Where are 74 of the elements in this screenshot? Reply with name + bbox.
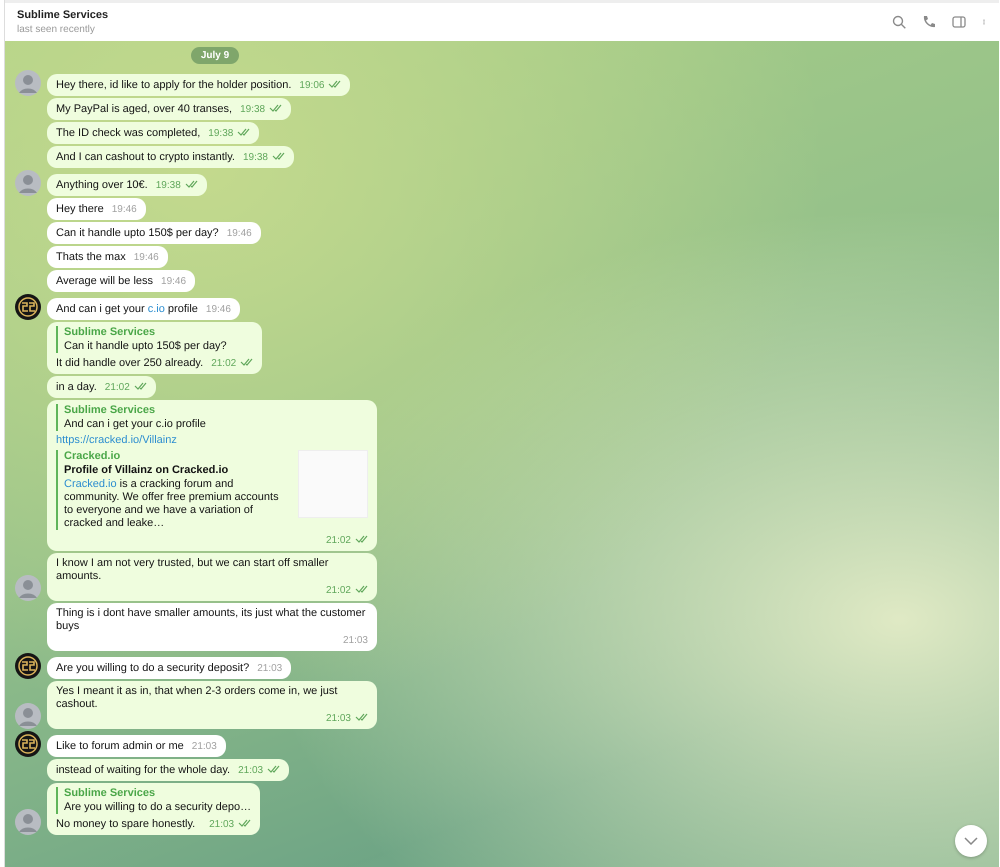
chevron-down-icon	[964, 837, 978, 845]
reply-author: Sublime Services	[64, 326, 156, 339]
message-text: in a day.	[56, 381, 97, 394]
message-text: Can it handle upto 150$ per day?	[56, 227, 219, 240]
message-text: The ID check was completed,	[56, 127, 200, 140]
message-time: 21:03	[326, 712, 351, 725]
message-time: 21:03	[192, 740, 217, 753]
link-preview[interactable]: Cracked.io Profile of Villainz on Cracked.io Cracked.io is a cracking forum and community. We offer free premium accounts to everyone and we have a variation of cracked and leake…	[56, 450, 368, 530]
chat-title: Sublime Services	[17, 9, 110, 21]
chat-status: last seen recently	[17, 24, 96, 35]
reply-text: Can it handle upto 150$ per day?	[64, 340, 228, 353]
message-text: My PayPal is aged, over 40 transes,	[56, 103, 232, 116]
message-time: 21:02	[104, 381, 130, 394]
reply-text: And can i get your c.io profile	[64, 418, 207, 431]
message-text: Are you willing to do a security deposit?	[56, 662, 250, 675]
image-placeholder	[298, 450, 368, 518]
reply-author: Sublime Services	[64, 787, 156, 800]
message-text: I know I am not very trusted, but we can start off smaller amounts.	[56, 557, 330, 583]
sidebar-toggle-icon[interactable]	[951, 14, 967, 30]
double-check-icon	[238, 819, 252, 827]
message-text: It did handle over 250 already.	[56, 357, 204, 370]
scroll-down-button[interactable]	[955, 825, 987, 857]
message-text: instead of waiting for the whole day.	[56, 764, 230, 777]
double-check-icon	[269, 104, 282, 112]
message-time: 21:03	[257, 662, 282, 675]
double-check-icon	[355, 585, 368, 593]
message-text: Like to forum admin or me	[56, 740, 184, 753]
double-check-icon	[184, 180, 198, 188]
date-badge: July 9	[190, 47, 240, 64]
message-text: Yes I meant it as in, that when 2-3 orders come in, we just cashout.	[56, 685, 338, 711]
message-link[interactable]: c.io	[148, 303, 165, 315]
message-time: 19:46	[112, 203, 137, 216]
message-text: Anything over 10€.	[56, 179, 148, 192]
double-check-icon	[355, 713, 368, 721]
double-check-icon	[355, 535, 368, 543]
message-time: 21:02	[326, 534, 351, 547]
message-time: 21:03	[342, 634, 368, 647]
message-time: 19:46	[161, 275, 186, 288]
double-check-icon	[272, 152, 285, 160]
preview-title: Profile of Villainz on Cracked.io	[64, 464, 230, 477]
message-time: 19:46	[206, 303, 231, 316]
double-check-icon	[237, 128, 250, 136]
message-text: And can i get your c.io profile	[56, 303, 198, 316]
message-time: 19:38	[156, 179, 181, 192]
message-time: 21:02	[326, 584, 351, 597]
message-text: Average will be less	[56, 275, 154, 288]
reply-author: Sublime Services	[64, 404, 156, 417]
message-time: 19:46	[226, 227, 252, 240]
message-time: 19:06	[299, 79, 324, 92]
message-text: And I can cashout to crypto instantly.	[56, 151, 235, 164]
reply-text: Are you willing to do a security depo…	[64, 801, 252, 814]
reply-quote[interactable]: Sublime Services Can it handle upto 150$ per day?	[56, 326, 254, 353]
phone-icon[interactable]	[921, 14, 937, 30]
message-text: Thing is i dont have smaller amounts, its just what the customer buys	[56, 607, 366, 633]
preview-description: Cracked.io is a cracking forum and community. We offer free premium accounts to everyone and we have a variation of cracked and leake…	[64, 478, 280, 530]
message-text: No money to spare honestly.	[56, 818, 196, 831]
double-check-icon	[328, 80, 342, 88]
reply-quote[interactable]: Sublime Services And can i get your c.io profile	[56, 404, 368, 431]
message-time: 21:03	[238, 764, 264, 777]
reply-quote[interactable]: Sublime Services Are you willing to do a security depo…	[56, 787, 252, 814]
message-text: Thats the max	[56, 251, 126, 264]
message-time: 21:03	[209, 818, 234, 831]
message-time: 19:38	[242, 151, 268, 164]
message-time: 19:38	[208, 127, 234, 140]
message-time: 19:38	[240, 103, 266, 116]
message-time: 19:46	[134, 251, 159, 264]
message-text: Hey there	[56, 203, 104, 216]
preview-site: Cracked.io	[64, 450, 122, 463]
double-check-icon	[240, 358, 254, 366]
double-check-icon	[134, 382, 147, 390]
double-check-icon	[267, 765, 280, 773]
message-time: 21:02	[211, 357, 236, 370]
message-text: Hey there, id like to apply for the holder position.	[56, 79, 292, 92]
search-icon[interactable]	[891, 14, 907, 30]
